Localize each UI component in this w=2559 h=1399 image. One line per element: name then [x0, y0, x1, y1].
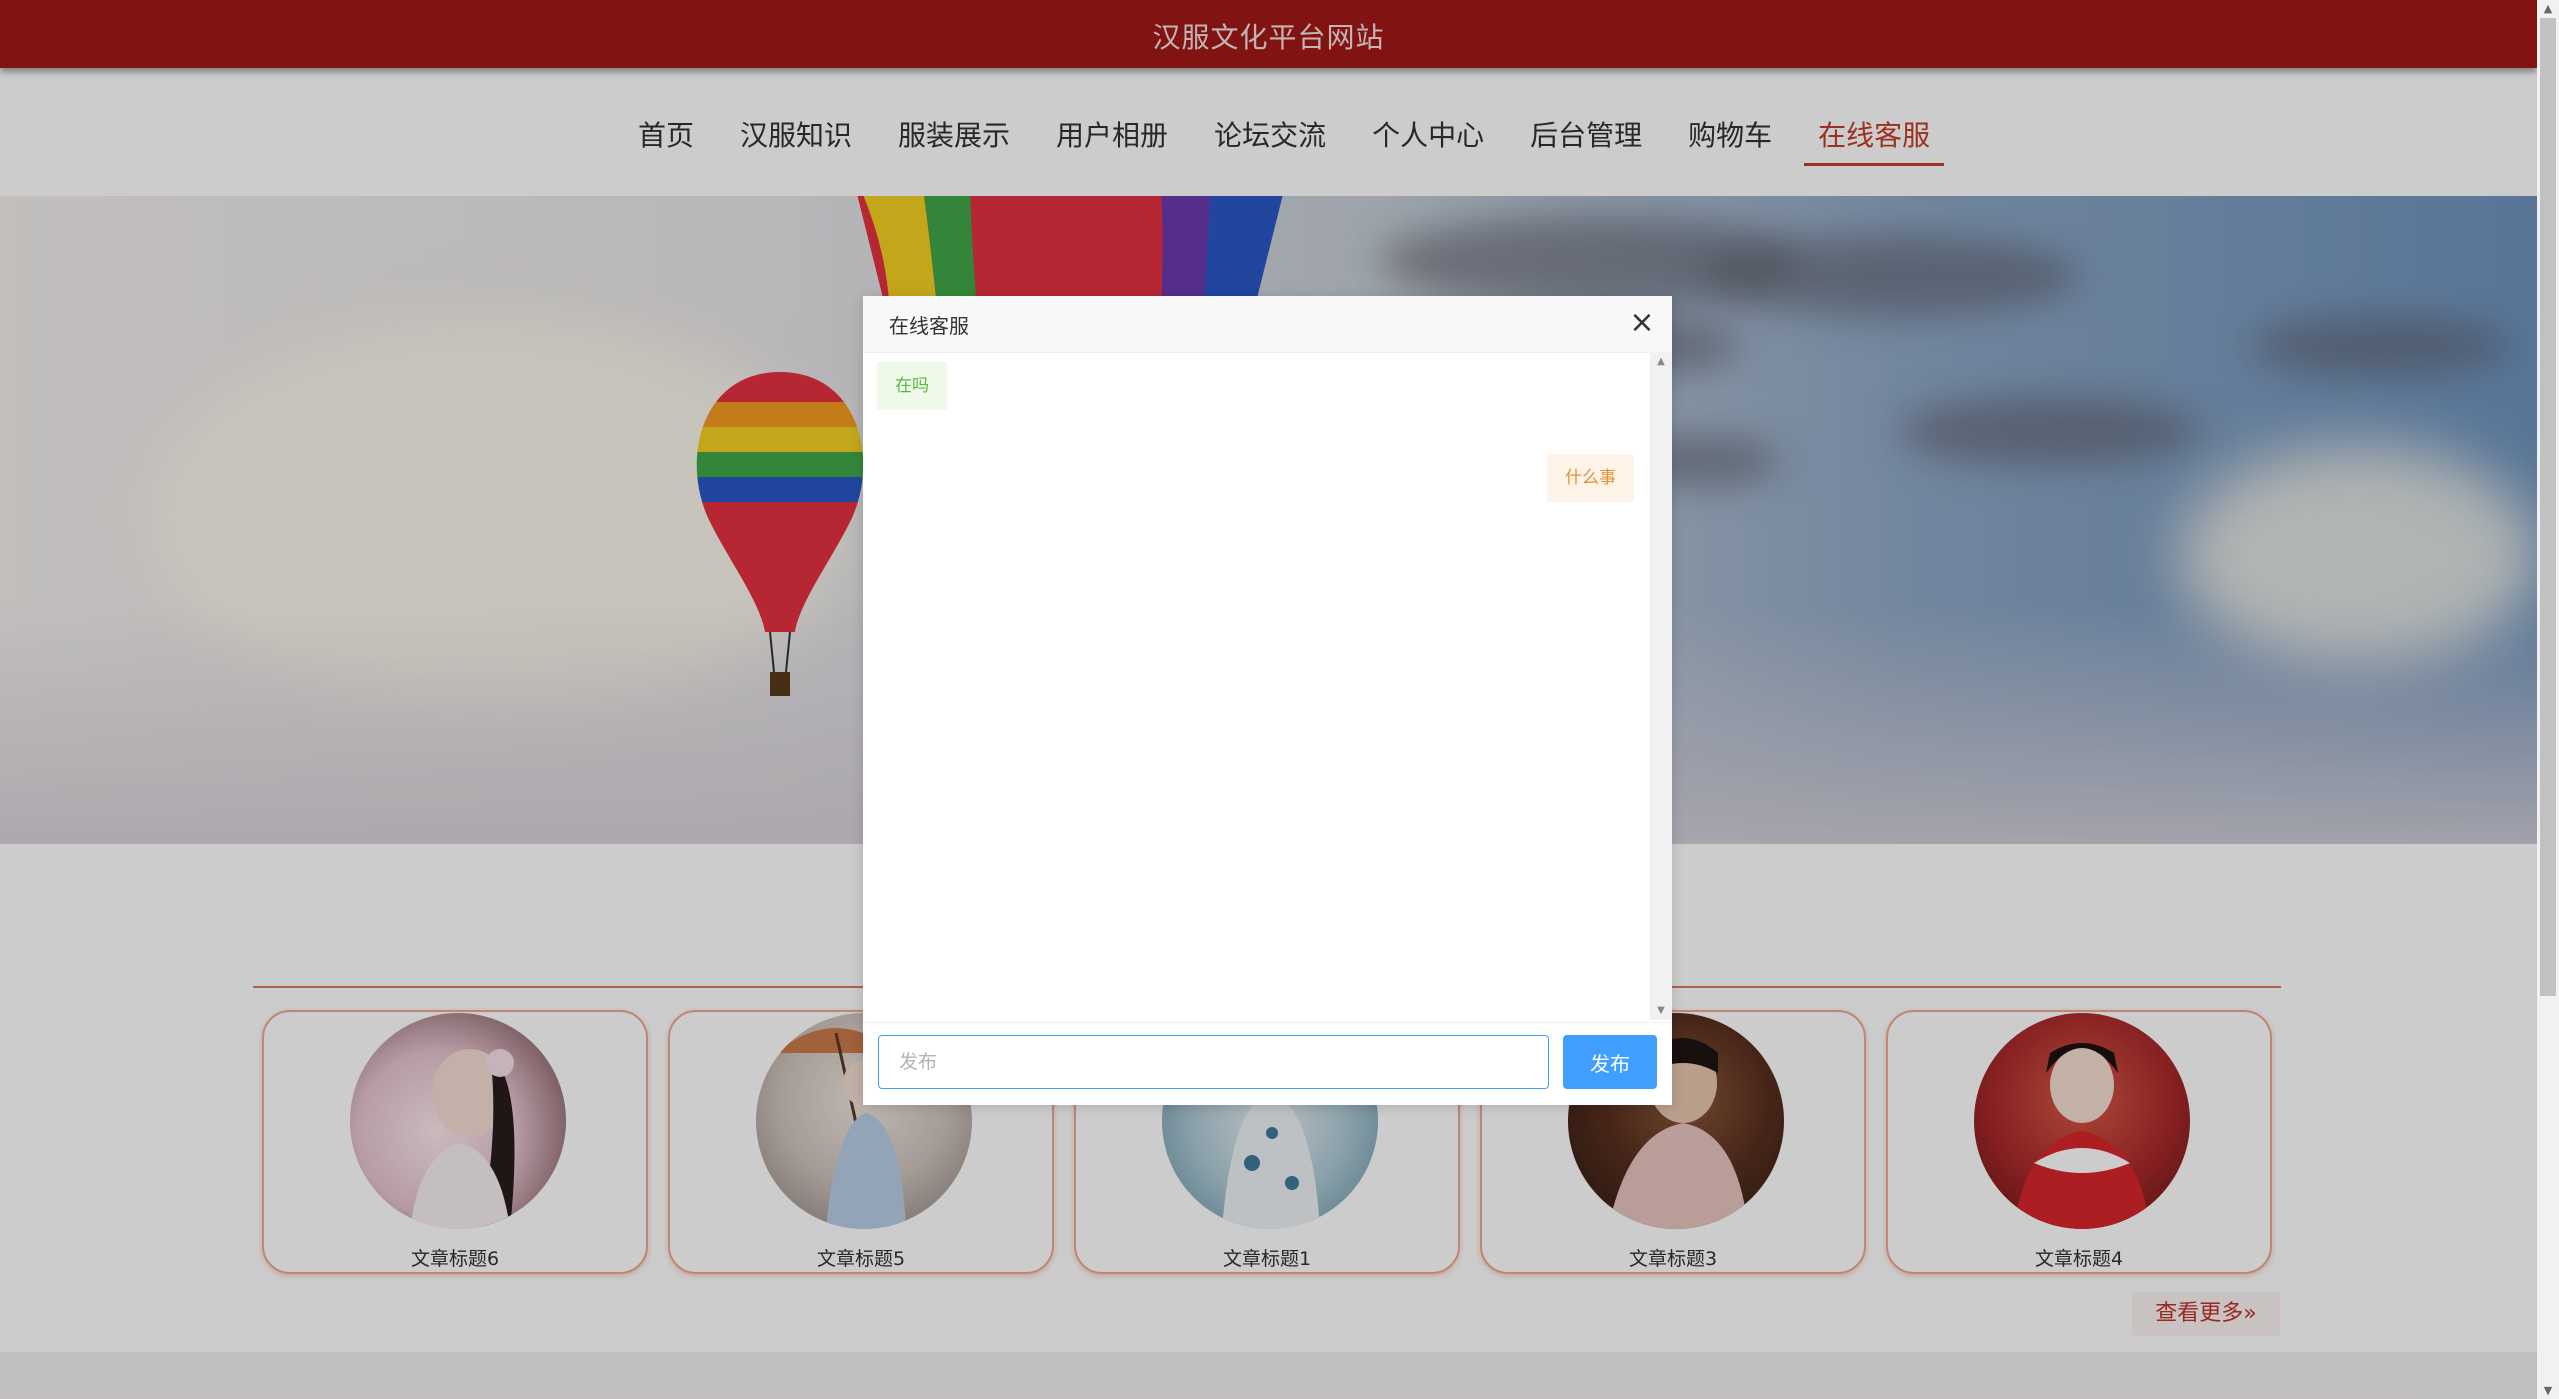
dialog-header: 在线客服 × — [863, 296, 1672, 353]
dialog-footer: 发布 — [863, 1022, 1672, 1106]
online-service-dialog: 在线客服 × 在吗 什么事 ▲ ▼ 发布 — [863, 296, 1672, 1105]
close-icon[interactable]: × — [1626, 308, 1658, 340]
page-scroll-down-icon[interactable]: ▼ — [2537, 1384, 2559, 1397]
page-scrollbar[interactable]: ▲ ▼ — [2537, 0, 2559, 1399]
scroll-up-arrow-icon[interactable]: ▲ — [1650, 356, 1672, 367]
chat-message-list: 在吗 什么事 — [863, 352, 1650, 1020]
dialog-title: 在线客服 — [889, 314, 969, 338]
message-input[interactable] — [878, 1035, 1549, 1089]
page-scroll-up-icon[interactable]: ▲ — [2537, 2, 2559, 15]
chat-message-sent: 什么事 — [1547, 454, 1634, 502]
chat-scrollbar[interactable]: ▲ ▼ — [1650, 352, 1672, 1020]
page-scrollbar-thumb[interactable] — [2540, 18, 2556, 996]
chat-message-received: 在吗 — [877, 362, 947, 410]
send-button[interactable]: 发布 — [1563, 1035, 1657, 1089]
scroll-down-arrow-icon[interactable]: ▼ — [1650, 1005, 1672, 1016]
